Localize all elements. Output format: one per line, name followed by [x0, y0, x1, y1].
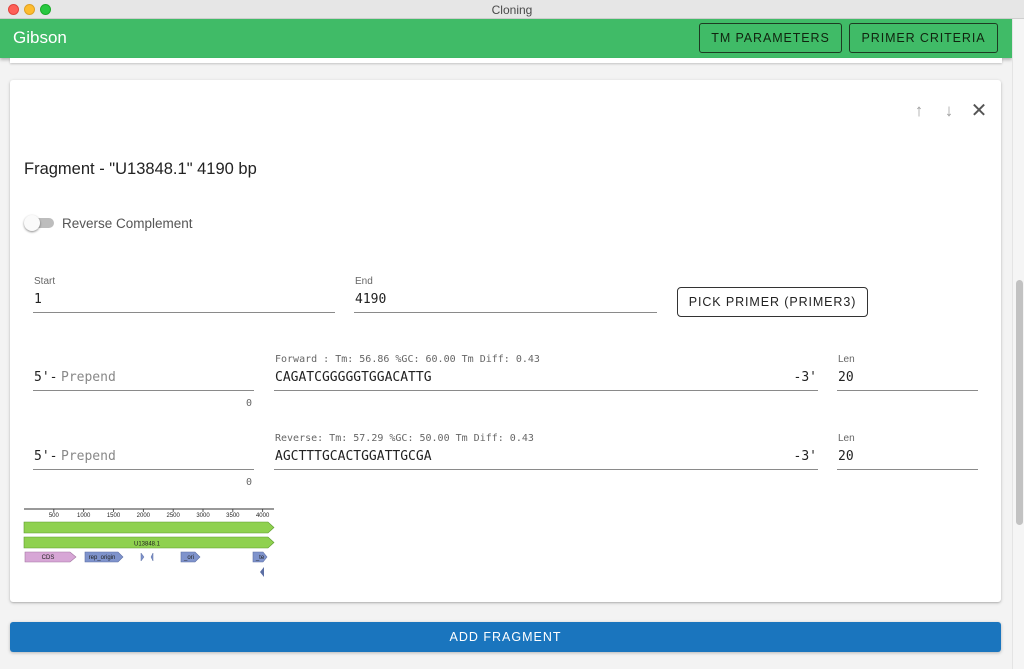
- map-feature-small-2[interactable]: [150, 552, 154, 562]
- map-tick-label: 3000: [196, 513, 210, 519]
- reverse-len-label: Len: [838, 433, 855, 444]
- forward-prepend-counter: 0: [246, 398, 253, 409]
- forward-prefix: 5'-: [34, 370, 58, 385]
- forward-suffix: -3': [793, 370, 817, 385]
- reverse-sequence-field[interactable]: AGCTTTGCACTGGATTGCGA -3': [274, 446, 818, 470]
- forward-sequence[interactable]: CAGATCGGGGGTGGACATTG: [275, 370, 432, 385]
- map-feature-ori-label: _ori: [183, 555, 194, 561]
- toggle-thumb: [24, 215, 40, 231]
- sequence-map[interactable]: 500 1000 1500 2000 2500 3000 3500 4000 U13848.1…: [22, 505, 277, 583]
- map-feature-cds-label: CDS: [42, 555, 55, 561]
- reverse-len-value[interactable]: 20: [838, 449, 854, 464]
- window-titlebar: Cloning: [0, 0, 1024, 19]
- map-forward-track: [23, 521, 275, 534]
- add-fragment-button[interactable]: ADD FRAGMENT: [10, 622, 1001, 652]
- reverse-sequence[interactable]: AGCTTTGCACTGGATTGCGA: [275, 449, 432, 464]
- forward-len-label: Len: [838, 354, 855, 365]
- forward-prepend-input[interactable]: Prepend: [61, 370, 116, 385]
- reverse-complement-toggle[interactable]: [24, 215, 56, 231]
- move-up-icon[interactable]: ↑: [910, 102, 928, 120]
- fragment-card: ↑ ↓ ✕ Fragment - "U13848.1" 4190 bp Reve…: [10, 80, 1001, 602]
- reverse-complement-label: Reverse Complement: [62, 216, 193, 231]
- map-tick-group: 500 1000 1500 2000 2500 3000 3500 4000: [49, 509, 270, 519]
- end-value[interactable]: 4190: [355, 292, 386, 307]
- map-tick-label: 1000: [77, 513, 91, 519]
- fragment-title: Fragment - "U13848.1" 4190 bp: [24, 160, 257, 178]
- reverse-prefix: 5'-: [34, 449, 58, 464]
- reverse-prepend-input[interactable]: Prepend: [61, 449, 116, 464]
- map-tick-label: 2000: [137, 513, 151, 519]
- app-title: Gibson: [13, 28, 67, 47]
- end-label: End: [355, 276, 373, 287]
- start-label: Start: [34, 276, 56, 287]
- map-track-label: U13848.1: [134, 542, 161, 548]
- forward-len-value[interactable]: 20: [838, 370, 854, 385]
- previous-card-edge: [10, 58, 1002, 63]
- forward-sequence-field[interactable]: CAGATCGGGGGTGGACATTG -3': [274, 367, 818, 391]
- forward-prepend-field[interactable]: 5'- Prepend: [33, 367, 254, 391]
- pick-primer-button[interactable]: PICK PRIMER (PRIMER3): [677, 287, 868, 317]
- map-feature-small-3[interactable]: [260, 567, 264, 577]
- map-tick-label: 3500: [226, 513, 240, 519]
- end-field[interactable]: 4190: [354, 290, 657, 313]
- reverse-prepend-field[interactable]: 5'- Prepend: [33, 446, 254, 470]
- reverse-prepend-counter: 0: [246, 477, 253, 488]
- primer-criteria-button[interactable]: PRIMER CRITERIA: [849, 23, 998, 53]
- forward-len-field[interactable]: 20: [837, 367, 978, 391]
- forward-primer-info: Forward : Tm: 56.86 %GC: 60.00 Tm Diff: …: [275, 354, 540, 365]
- vertical-scrollbar[interactable]: [1012, 19, 1024, 669]
- map-tick-label: 500: [49, 513, 60, 519]
- scrollbar-thumb[interactable]: [1016, 280, 1023, 525]
- start-value[interactable]: 1: [34, 292, 42, 307]
- window-title: Cloning: [491, 3, 533, 17]
- map-tick-label: 4000: [256, 513, 270, 519]
- start-field[interactable]: 1: [33, 290, 335, 313]
- app-bar: Gibson TM PARAMETERS PRIMER CRITERIA: [0, 19, 1012, 58]
- reverse-suffix: -3': [793, 449, 817, 464]
- tm-parameters-button[interactable]: TM PARAMETERS: [699, 23, 842, 53]
- close-icon[interactable]: ✕: [970, 101, 988, 121]
- reverse-len-field[interactable]: 20: [837, 446, 978, 470]
- map-feature-rep-origin-label: rep_origin: [89, 555, 116, 561]
- map-feature-small-1[interactable]: [140, 552, 145, 562]
- reverse-primer-info: Reverse: Tm: 57.29 %GC: 50.00 Tm Diff: 0…: [275, 433, 534, 444]
- map-tick-label: 2500: [166, 513, 180, 519]
- move-down-icon[interactable]: ↓: [940, 102, 958, 120]
- map-tick-label: 1500: [107, 513, 121, 519]
- map-feature-te-label: _te: [255, 555, 265, 561]
